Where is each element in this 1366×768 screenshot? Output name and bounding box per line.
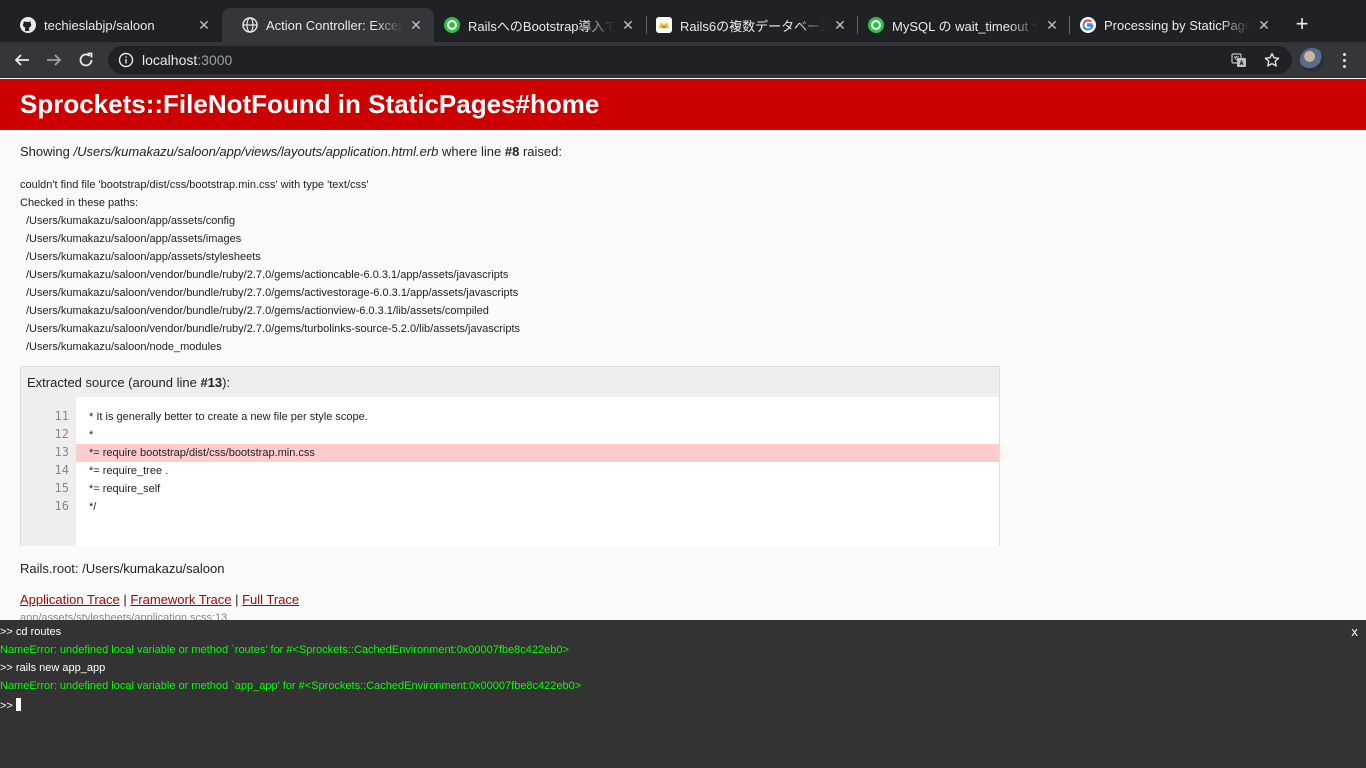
line-reference: #8 [504,144,520,159]
source-line: * [89,429,94,441]
green-c-icon [868,17,884,33]
trace-links: Application Trace | Framework Trace | Fu… [20,592,299,607]
url-host: localhost [142,52,198,68]
showing-prefix: Showing [20,144,74,159]
framework-trace-link[interactable]: Framework Trace [130,592,231,607]
console-error-line: NameError: undefined local variable or m… [0,680,582,692]
tab-mysql-timeout[interactable]: MySQL の wait_timeout デ ✕ [848,8,1070,42]
checked-path: /Users/kumakazu/saloon/vendor/bundle/rub… [26,287,519,299]
line-number: 15 [54,481,69,495]
tab-google-search[interactable]: Processing by StaticPages ✕ [1060,8,1282,42]
prompt-symbol: >> [0,700,13,712]
showing-mid: where line [438,144,505,159]
checked-path: /Users/kumakazu/saloon/vendor/bundle/rub… [26,305,489,317]
source-heading-line: #13 [200,375,223,390]
translate-icon[interactable] [1231,52,1247,68]
tab-title: RailsへのBootstrap導入でや [468,18,614,34]
trace-separator: | [231,592,243,607]
source-line: * It is generally better to create a new… [89,411,368,423]
console-command-line: >> rails new app_app [0,662,106,674]
qiita-icon [656,17,672,33]
checked-path: /Users/kumakazu/saloon/app/assets/config [26,215,236,227]
github-icon [20,17,36,33]
line-number-gutter: 11 12 13 14 15 16 [21,397,76,546]
chrome-menu-icon[interactable] [1336,48,1352,72]
checked-path: /Users/kumakazu/saloon/node_modules [26,341,222,353]
info-icon[interactable] [118,52,134,68]
template-location: Showing /Users/kumakazu/saloon/app/views… [20,144,562,159]
close-icon[interactable]: ✕ [832,17,848,33]
reload-button[interactable] [74,48,98,72]
new-tab-button[interactable]: + [1290,13,1314,37]
extracted-source: Extracted source (around line #13): 11 1… [20,366,1000,546]
tab-action-controller[interactable]: Action Controller: Exception ✕ [222,8,434,42]
close-icon[interactable]: ✕ [408,17,424,33]
tab-title: Action Controller: Exception [266,17,402,33]
error-message-text: couldn't find file 'bootstrap/dist/css/b… [20,179,369,191]
google-icon [1080,17,1096,33]
source-line-highlighted: *= require bootstrap/dist/css/bootstrap.… [76,444,999,462]
back-button[interactable] [10,48,34,72]
web-console[interactable]: >> cd routes NameError: undefined local … [0,620,1366,768]
close-icon[interactable]: ✕ [1256,17,1272,33]
line-number: 11 [54,409,69,423]
tab-title: Processing by StaticPages [1104,17,1250,33]
globe-icon [242,17,258,33]
tab-strip: techieslabjp/saloon ✕ Action Controller:… [0,0,1366,42]
tab-title: Rails6の複数データベースの [680,18,826,34]
tab-title: techieslabjp/saloon [44,17,155,33]
source-line: */ [89,501,97,513]
source-code: * It is generally better to create a new… [76,397,999,546]
source-heading: Extracted source (around line #13): [27,375,230,390]
console-command-line: >> cd routes [0,626,62,638]
checked-paths-label: Checked in these paths: [20,197,139,209]
line-number: 14 [54,463,69,477]
tab-title: MySQL の wait_timeout デ [892,18,1038,34]
reload-icon [79,52,93,67]
line-number: 16 [54,499,69,513]
checked-path: /Users/kumakazu/saloon/app/assets/styles… [26,251,261,263]
trace-separator: | [119,592,131,607]
source-heading-suffix: ): [222,375,231,390]
checked-path: /Users/kumakazu/saloon/app/assets/images [26,233,242,245]
forward-arrow-icon [47,54,62,66]
source-heading-prefix: Extracted source (around line [27,375,201,390]
line-number: 13 [54,445,69,459]
error-header: Sprockets::FileNotFound in StaticPages#h… [0,79,1366,130]
green-c-icon [444,17,460,33]
console-error-line: NameError: undefined local variable or m… [0,644,569,656]
tab-bootstrap-article[interactable]: RailsへのBootstrap導入でや ✕ [424,8,646,42]
application-trace-link[interactable]: Application Trace [20,592,120,607]
bookmark-star-icon[interactable] [1264,52,1280,68]
url-port: :3000 [197,52,233,68]
line-number: 12 [54,427,69,441]
checked-path: /Users/kumakazu/saloon/vendor/bundle/rub… [26,269,509,281]
address-bar[interactable]: localhost:3000 [108,46,1292,74]
showing-suffix: raised: [519,144,562,159]
tab-github[interactable]: techieslabjp/saloon ✕ [0,8,222,42]
full-trace-link[interactable]: Full Trace [242,592,299,607]
close-icon[interactable]: ✕ [620,17,636,33]
close-icon[interactable]: ✕ [1044,17,1060,33]
tab-rails6-database[interactable]: Rails6の複数データベースの ✕ [636,8,858,42]
rails-root: Rails.root: /Users/kumakazu/saloon [20,561,225,576]
profile-avatar[interactable] [1300,48,1324,72]
forward-button[interactable] [42,48,66,72]
error-title: Sprockets::FileNotFound in StaticPages#h… [20,89,600,119]
back-arrow-icon [14,54,29,66]
console-close-button[interactable]: x [1351,625,1358,639]
console-prompt[interactable]: >> [0,698,21,712]
source-line: *= require_tree . [89,465,169,477]
url-text: localhost:3000 [142,52,232,68]
template-path: /Users/kumakazu/saloon/app/views/layouts… [73,144,439,159]
source-line: *= require_self [89,483,161,495]
error-message: couldn't find file 'bootstrap/dist/css/b… [20,176,520,356]
text-cursor [15,698,21,711]
close-icon[interactable]: ✕ [196,17,212,33]
browser-toolbar: localhost:3000 [0,42,1366,78]
checked-path: /Users/kumakazu/saloon/vendor/bundle/rub… [26,323,521,335]
